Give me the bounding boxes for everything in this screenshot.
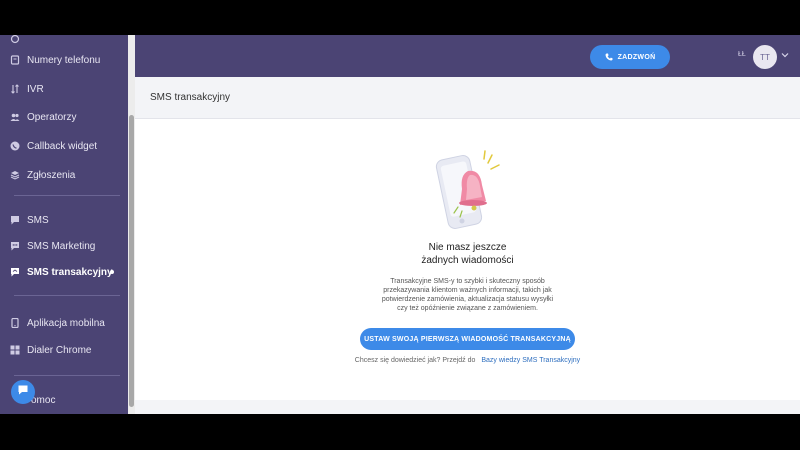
top-bar: ZADZWOŃ ŁŁ TT — [135, 35, 800, 77]
sidebar-item-label: SMS Marketing — [27, 240, 96, 252]
sidebar-item-label: Numery telefonu — [27, 54, 101, 66]
sidebar-item-label: Zgłoszenia — [27, 169, 76, 181]
empty-state-title-line2: żadnych wiadomości — [421, 255, 514, 266]
sidebar-item-dialer-chrome[interactable]: Dialer Chrome — [0, 339, 128, 361]
chat-widget-button[interactable] — [11, 380, 35, 404]
sidebar-item-label: Callback widget — [27, 140, 98, 152]
sidebar-scrollbar[interactable] — [128, 35, 135, 414]
sidebar-item-label: Operatorzy — [27, 111, 77, 123]
chevron-down-icon[interactable] — [781, 51, 789, 59]
sidebar-item-ivr[interactable]: IVR — [0, 78, 128, 100]
chat-icon — [17, 383, 29, 401]
callback-icon — [10, 141, 20, 151]
users-icon — [10, 112, 20, 122]
language-flag[interactable]: ŁŁ — [738, 51, 746, 58]
empty-state-description: Transakcyjne SMS-y to szybki i skuteczny… — [381, 278, 554, 312]
layers-icon — [10, 170, 20, 180]
sidebar-divider — [14, 195, 120, 196]
sidebar-item-label: Aplikacja mobilna — [27, 317, 105, 329]
sidebar-item-mobile-app[interactable]: Aplikacja mobilna — [0, 312, 128, 334]
sidebar-divider — [14, 295, 120, 296]
empty-state-title-line1: Nie masz jeszcze — [428, 242, 507, 253]
sidebar-item-sms-marketing[interactable]: SMS Marketing — [0, 235, 128, 257]
page-header: SMS transakcyjny — [135, 77, 800, 119]
avatar[interactable]: TT — [753, 45, 777, 69]
sidebar-item-label: Dialer Chrome — [27, 344, 92, 356]
circle-icon — [10, 35, 20, 44]
ivr-icon — [10, 84, 20, 94]
empty-state-title: Nie masz jeszcze żadnych wiadomości — [135, 241, 800, 267]
phone-icon — [605, 53, 613, 61]
message-icon — [10, 241, 20, 251]
sidebar-item-sms[interactable]: SMS — [0, 209, 128, 231]
grid-icon — [10, 345, 20, 355]
empty-state-panel: Nie masz jeszcze żadnych wiadomości Tran… — [135, 119, 800, 400]
sidebar-item-label: omoc — [31, 394, 56, 406]
page-title: SMS transakcyjny — [150, 92, 231, 103]
message-icon — [10, 267, 20, 277]
page-footer — [135, 400, 800, 414]
knowledge-base-link[interactable]: Bazy wiedzy SMS Transakcyjny — [481, 357, 580, 364]
sidebar-item-callback-widget[interactable]: Callback widget — [0, 135, 128, 157]
sidebar-item-sms-transactional[interactable]: SMS transakcyjny — [0, 261, 128, 283]
message-icon — [10, 215, 20, 225]
phone-bell-illustration — [435, 150, 500, 229]
sidebar-item-label: SMS transakcyjny — [27, 266, 113, 278]
scrollbar-thumb[interactable] — [129, 115, 134, 407]
sidebar-item-operators[interactable]: Operatorzy — [0, 106, 128, 128]
phone-book-icon — [10, 55, 20, 65]
help-line: Chcesz się dowiedzieć jak? Przejdź do Ba… — [135, 357, 800, 364]
help-text: Chcesz się dowiedzieć jak? Przejdź do — [354, 357, 476, 364]
active-indicator — [110, 270, 114, 274]
sidebar-item-phone-numbers[interactable]: Numery telefonu — [0, 49, 128, 71]
create-first-message-button[interactable]: USTAW SWOJĄ PIERWSZĄ WIADOMOŚĆ TRANSAKCY… — [360, 328, 575, 350]
sidebar-item-label: IVR — [27, 83, 44, 95]
app-window: Numery telefonu IVR Operatorzy Callback … — [0, 35, 800, 414]
sidebar-item-tickets[interactable]: Zgłoszenia — [0, 164, 128, 186]
sidebar-item-hidden[interactable] — [0, 35, 128, 50]
sidebar: Numery telefonu IVR Operatorzy Callback … — [0, 35, 128, 414]
sidebar-divider — [14, 375, 120, 376]
call-button-label: ZADZWOŃ — [617, 53, 656, 61]
call-button[interactable]: ZADZWOŃ — [590, 45, 670, 69]
mobile-icon — [10, 318, 20, 328]
sidebar-item-label: SMS — [27, 214, 49, 226]
